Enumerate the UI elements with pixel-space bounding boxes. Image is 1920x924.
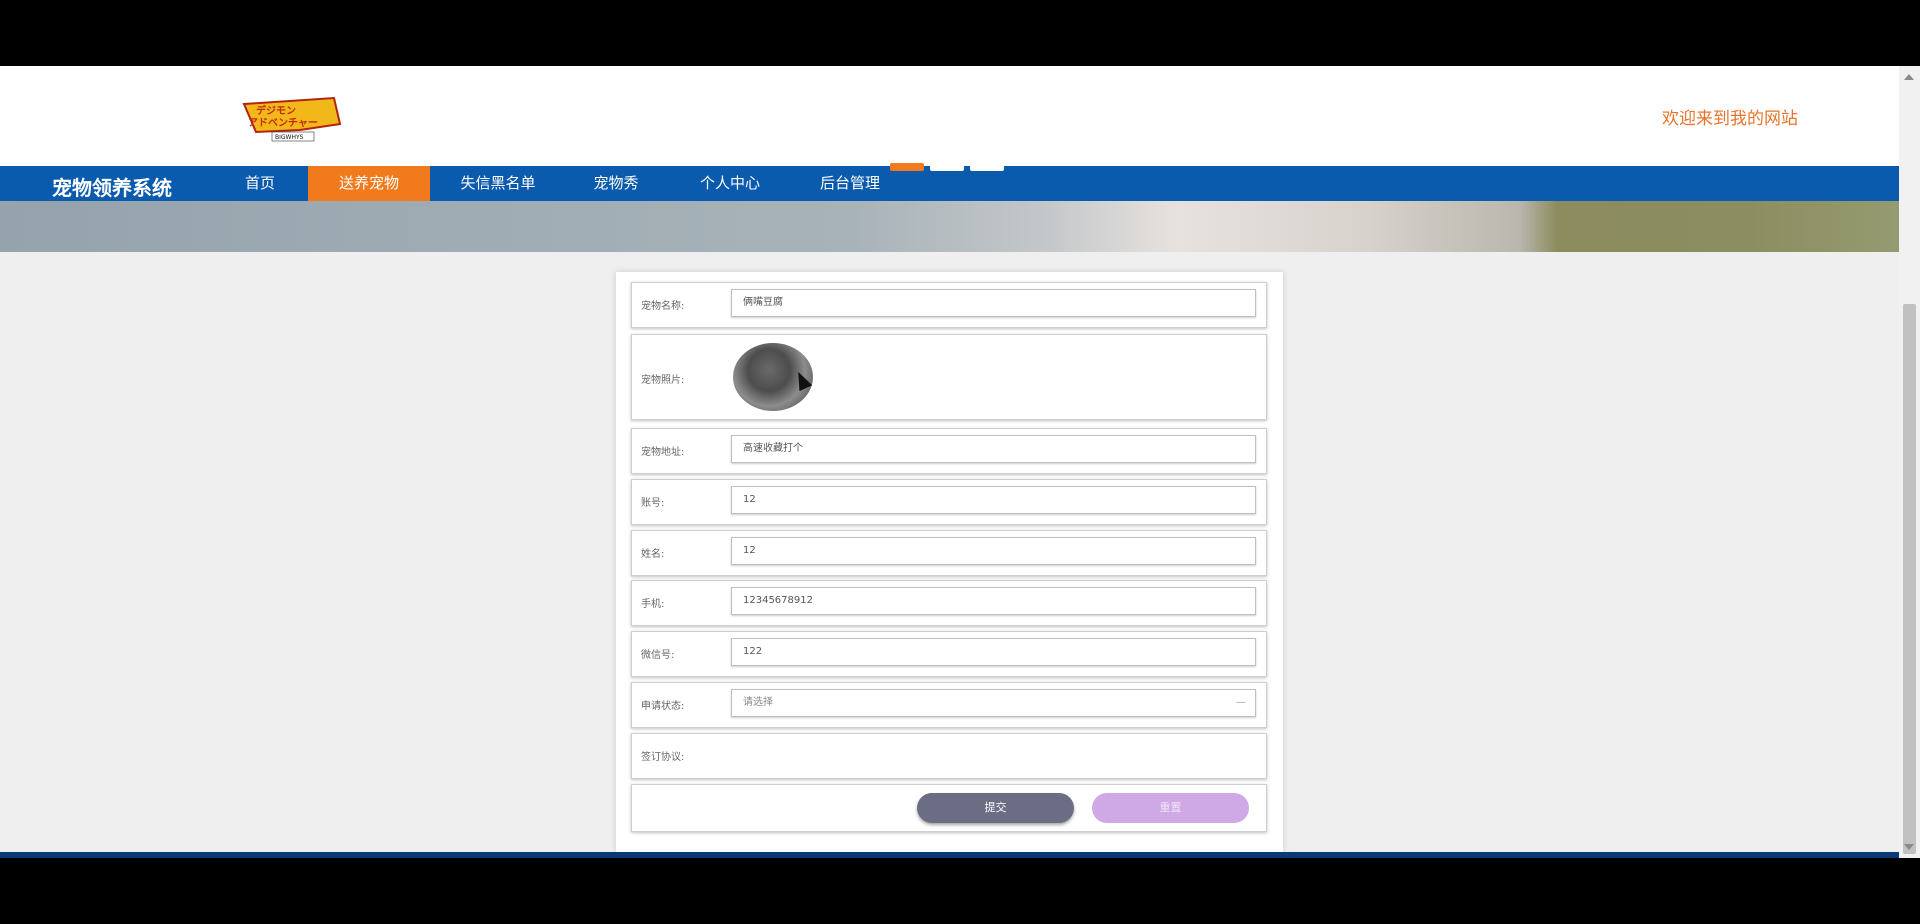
- pet-name-label: 宠物名称:: [641, 301, 685, 312]
- nav-item-pet-show[interactable]: 宠物秀: [582, 166, 650, 201]
- nav-item-admin[interactable]: 后台管理: [810, 166, 890, 201]
- status-label: 申请状态:: [641, 701, 685, 712]
- scroll-down-icon[interactable]: [1904, 844, 1914, 850]
- wechat-label: 微信号:: [641, 650, 675, 661]
- chevron-down-icon: —: [1236, 697, 1246, 708]
- scroll-up-icon[interactable]: [1904, 74, 1914, 80]
- site-header: デジモン アドベンチャー BIGWHYS 欢迎来到我的网站: [0, 66, 1899, 166]
- nav-item-user-center[interactable]: 个人中心: [690, 166, 770, 201]
- account-label: 账号:: [641, 498, 665, 509]
- pet-photo-label: 宠物照片:: [641, 375, 685, 386]
- site-logo[interactable]: デジモン アドベンチャー BIGWHYS: [238, 94, 346, 142]
- row-wechat: 微信号: 122: [631, 631, 1267, 677]
- nav-item-home[interactable]: 首页: [236, 166, 284, 201]
- scroll-thumb[interactable]: [1903, 304, 1916, 854]
- brand-title: 宠物领养系统: [52, 176, 172, 200]
- logo-text: BIGWHYS: [275, 134, 304, 141]
- name-label: 姓名:: [641, 549, 665, 560]
- name-input[interactable]: 12: [731, 537, 1256, 565]
- row-account: 账号: 12: [631, 479, 1267, 525]
- adoption-form: 宠物名称: 俩嘴豆腐 宠物照片: 宠物地址: 高速收藏打个 账号: 12 姓名:…: [616, 272, 1283, 852]
- welcome-text: 欢迎来到我的网站: [1662, 109, 1798, 128]
- status-select-value: 请选择: [743, 697, 773, 708]
- banner-carousel[interactable]: [0, 201, 1899, 252]
- svg-text:アドベンチャー: アドベンチャー: [248, 117, 318, 129]
- submit-button[interactable]: 提交: [917, 793, 1074, 823]
- row-status: 申请状态: 请选择 —: [631, 682, 1267, 728]
- account-input[interactable]: 12: [731, 486, 1256, 514]
- row-agreement: 签订协议:: [631, 733, 1267, 779]
- main-nav: 宠物领养系统 首页 送养宠物 失信黑名单 宠物秀 个人中心 后台管理: [0, 166, 1899, 201]
- nav-item-blacklist[interactable]: 失信黑名单: [450, 166, 546, 201]
- pet-name-input[interactable]: 俩嘴豆腐: [731, 289, 1256, 317]
- agreement-label: 签订协议:: [641, 752, 685, 763]
- pet-address-label: 宠物地址:: [641, 447, 685, 458]
- phone-input[interactable]: 12345678912: [731, 587, 1256, 615]
- phone-label: 手机:: [641, 599, 665, 610]
- carousel-dot-3[interactable]: [970, 163, 1004, 171]
- svg-text:デジモン: デジモン: [256, 104, 296, 117]
- pet-address-input[interactable]: 高速收藏打个: [731, 435, 1256, 463]
- status-select[interactable]: 请选择 —: [731, 689, 1256, 717]
- nav-item-give-pet[interactable]: 送养宠物: [308, 166, 430, 201]
- row-name: 姓名: 12: [631, 530, 1267, 576]
- row-pet-name: 宠物名称: 俩嘴豆腐: [631, 282, 1267, 328]
- wechat-input[interactable]: 122: [731, 638, 1256, 666]
- page: デジモン アドベンチャー BIGWHYS 欢迎来到我的网站 宠物领养系统 首页 …: [0, 66, 1899, 858]
- reset-button[interactable]: 重置: [1092, 793, 1249, 823]
- row-pet-photo: 宠物照片:: [631, 334, 1267, 420]
- row-pet-address: 宠物地址: 高速收藏打个: [631, 428, 1267, 474]
- carousel-dot-2[interactable]: [930, 163, 964, 171]
- row-actions: 提交 重置: [631, 784, 1267, 832]
- footer-strip: [0, 852, 1899, 858]
- carousel-dot-1[interactable]: [890, 163, 924, 171]
- row-phone: 手机: 12345678912: [631, 580, 1267, 626]
- page-scrollbar[interactable]: [1899, 66, 1920, 858]
